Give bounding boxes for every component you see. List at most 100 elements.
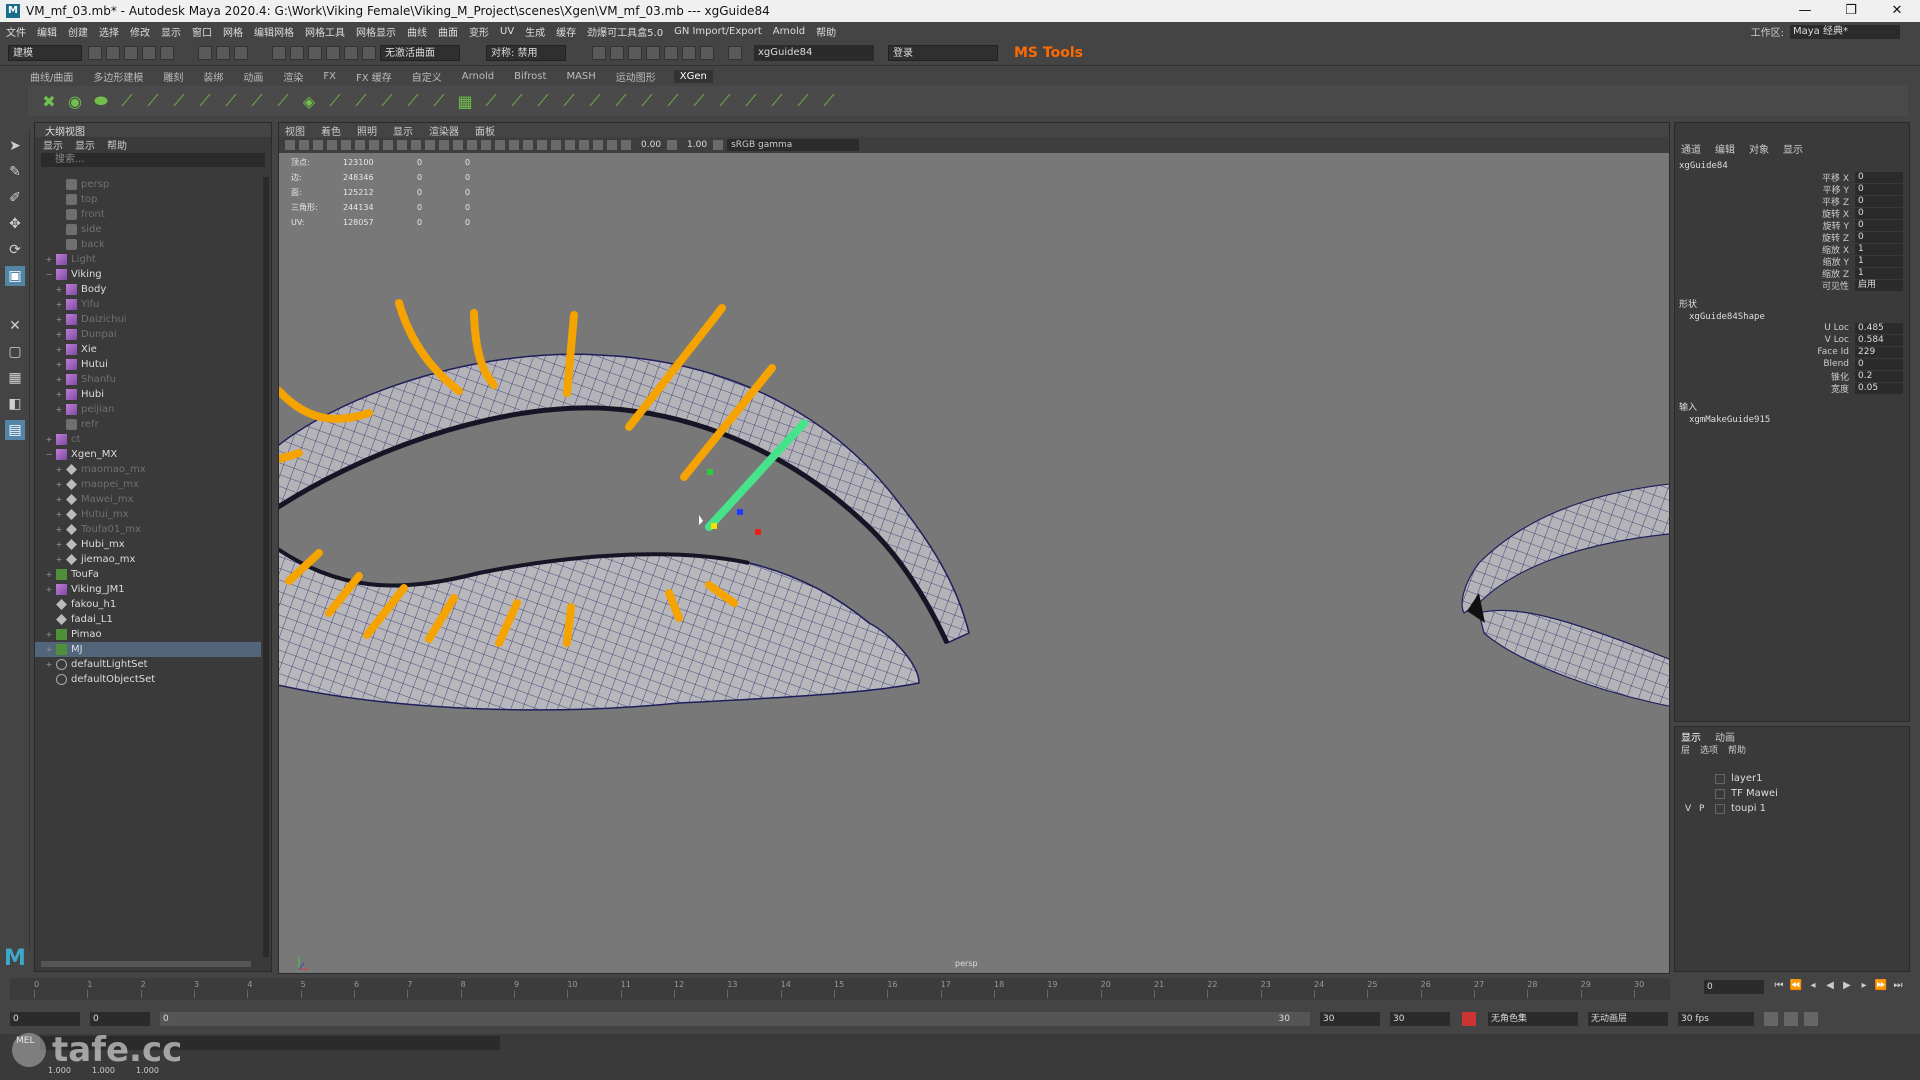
symmetry-dropdown[interactable]: 对称: 禁用 (486, 44, 566, 61)
outliner-item[interactable]: fadai_L1 (35, 612, 261, 627)
new-scene-icon[interactable] (88, 45, 102, 60)
shelf-tab[interactable]: 运动图形 (614, 69, 658, 84)
select-guide-icon[interactable]: ⟋ (246, 90, 268, 112)
expand-toggle-icon[interactable]: + (45, 585, 53, 594)
layer-playback-toggle[interactable]: P (1699, 804, 1713, 814)
single-view-icon[interactable]: ▢ (5, 342, 25, 362)
attribute-label[interactable]: Blend (1823, 359, 1849, 369)
brush-12-icon[interactable]: ⟋ (766, 90, 788, 112)
shelf-tab[interactable]: 多边形建模 (91, 69, 145, 84)
layer-menu-item[interactable]: 层 (1681, 743, 1690, 757)
expand-toggle-icon[interactable]: + (55, 375, 63, 384)
guide-tool-icon[interactable]: ⟋ (142, 90, 164, 112)
shelf-tab[interactable]: 动画 (241, 69, 265, 84)
scale-tool-icon[interactable]: ▣ (5, 266, 25, 286)
step-forward-key-icon[interactable]: ⏩ (1874, 980, 1888, 994)
pause-icon[interactable] (700, 45, 714, 60)
loop-icon[interactable] (1764, 1012, 1778, 1026)
attribute-value-field[interactable]: 1 (1855, 243, 1903, 255)
channel-box-menu-item[interactable]: 通道 (1681, 141, 1701, 157)
brush-7-icon[interactable]: ⟋ (636, 90, 658, 112)
snap-grid-icon[interactable] (272, 45, 286, 60)
expand-toggle-icon[interactable]: + (55, 390, 63, 399)
attribute-label[interactable]: V Loc (1825, 335, 1849, 345)
layer-visibility-toggle[interactable]: V (1685, 804, 1699, 814)
expand-toggle-icon[interactable]: + (55, 495, 63, 504)
brush-9-icon[interactable]: ⟋ (688, 90, 710, 112)
menu-item[interactable]: 创建 (68, 24, 88, 39)
input-mode-icon[interactable] (728, 45, 742, 60)
outliner-item[interactable]: + maopei_mx (35, 477, 261, 492)
close-button[interactable]: ✕ (1874, 0, 1920, 22)
menu-item[interactable]: 生成 (525, 24, 545, 39)
menu-item[interactable]: 变形 (469, 24, 489, 39)
outliner-menu-item[interactable]: 显示 (43, 137, 63, 152)
outliner-item[interactable]: − Xgen_MX (35, 447, 261, 462)
menu-item[interactable]: 网格 (223, 24, 243, 39)
layer-icon[interactable]: ◈ (298, 90, 320, 112)
outliner-item[interactable]: defaultObjectSet (35, 672, 261, 687)
layer-row[interactable]: V Ptoupi 1 (1675, 801, 1909, 816)
outliner-item[interactable]: + Mawei_mx (35, 492, 261, 507)
step-back-key-icon[interactable]: ⏪ (1789, 980, 1803, 994)
expand-toggle-icon[interactable]: + (55, 540, 63, 549)
layer-menu-item[interactable]: 帮助 (1728, 743, 1746, 757)
undo-icon[interactable] (142, 45, 156, 60)
attribute-value-field[interactable]: 1 (1855, 267, 1903, 279)
expand-toggle-icon[interactable]: + (55, 405, 63, 414)
menu-item[interactable]: Arnold (773, 26, 805, 37)
menu-item[interactable]: 文件 (6, 24, 26, 39)
attribute-value-field[interactable]: 启用 (1855, 279, 1903, 291)
channel-box-menu-item[interactable]: 编辑 (1715, 141, 1735, 157)
menu-item[interactable]: 网格工具 (305, 24, 345, 39)
open-scene-icon[interactable] (106, 45, 120, 60)
attribute-value-field[interactable]: 0.2 (1855, 370, 1903, 382)
move-tool-icon[interactable]: ✥ (5, 214, 25, 234)
range-slider[interactable]: 0 30 (160, 1012, 1310, 1026)
attribute-value-field[interactable]: 1 (1855, 255, 1903, 267)
shape-node-name[interactable]: xgGuide84Shape (1675, 312, 1909, 322)
play-forward-icon[interactable]: ▶ (1840, 980, 1854, 994)
attribute-value-field[interactable]: 0 (1855, 358, 1903, 370)
outliner-item[interactable]: + TouFa (35, 567, 261, 582)
expand-toggle-icon[interactable]: + (55, 300, 63, 309)
hypershade-icon[interactable] (646, 45, 660, 60)
expand-toggle-icon[interactable]: + (55, 315, 63, 324)
snap-live-icon[interactable] (362, 45, 376, 60)
outliner-item[interactable]: + Pimao (35, 627, 261, 642)
shelf-tab[interactable]: 渲染 (281, 69, 305, 84)
layer-name[interactable]: layer1 (1731, 773, 1762, 784)
expand-toggle-icon[interactable]: + (55, 510, 63, 519)
lasso-tool-icon[interactable]: ✎ (5, 162, 25, 182)
outliner-item[interactable]: + Xie (35, 342, 261, 357)
groom-smooth-icon[interactable]: ⟋ (402, 90, 424, 112)
expand-toggle-icon[interactable]: − (45, 270, 53, 279)
end-time-field[interactable]: 30 (1390, 1012, 1450, 1026)
save-scene-icon[interactable] (124, 45, 138, 60)
sound-icon[interactable] (1784, 1012, 1798, 1026)
menu-item[interactable]: 显示 (161, 24, 181, 39)
outliner-item[interactable]: + Hubi (35, 387, 261, 402)
brush-8-icon[interactable]: ⟋ (662, 90, 684, 112)
outliner-item[interactable]: fakou_h1 (35, 597, 261, 612)
select-hierarchy-icon[interactable] (198, 45, 212, 60)
auto-key-icon[interactable] (1462, 1012, 1476, 1026)
menu-item[interactable]: 缓存 (556, 24, 576, 39)
brush-1-icon[interactable]: ⟋ (480, 90, 502, 112)
attribute-value-field[interactable]: 0.05 (1855, 382, 1903, 394)
snap-plane-icon[interactable] (326, 45, 340, 60)
guide-to-curve-icon[interactable]: ⟋ (272, 90, 294, 112)
step-back-frame-icon[interactable]: ◂ (1806, 980, 1820, 994)
outliner-item[interactable]: top (35, 192, 261, 207)
rebuild-guide-icon[interactable]: ⟋ (220, 90, 242, 112)
outliner-item[interactable]: refr (35, 417, 261, 432)
menu-item[interactable]: 网格显示 (356, 24, 396, 39)
brush-2-icon[interactable]: ⟋ (506, 90, 528, 112)
expand-toggle-icon[interactable]: + (45, 570, 53, 579)
menu-item[interactable]: UV (500, 26, 514, 37)
expand-toggle-icon[interactable]: + (55, 330, 63, 339)
layer-name[interactable]: TF Mawei (1731, 788, 1778, 799)
layer-color-swatch[interactable] (1715, 788, 1725, 799)
outliner-item[interactable]: + peijian (35, 402, 261, 417)
outliner-item[interactable]: + Dunpai (35, 327, 261, 342)
